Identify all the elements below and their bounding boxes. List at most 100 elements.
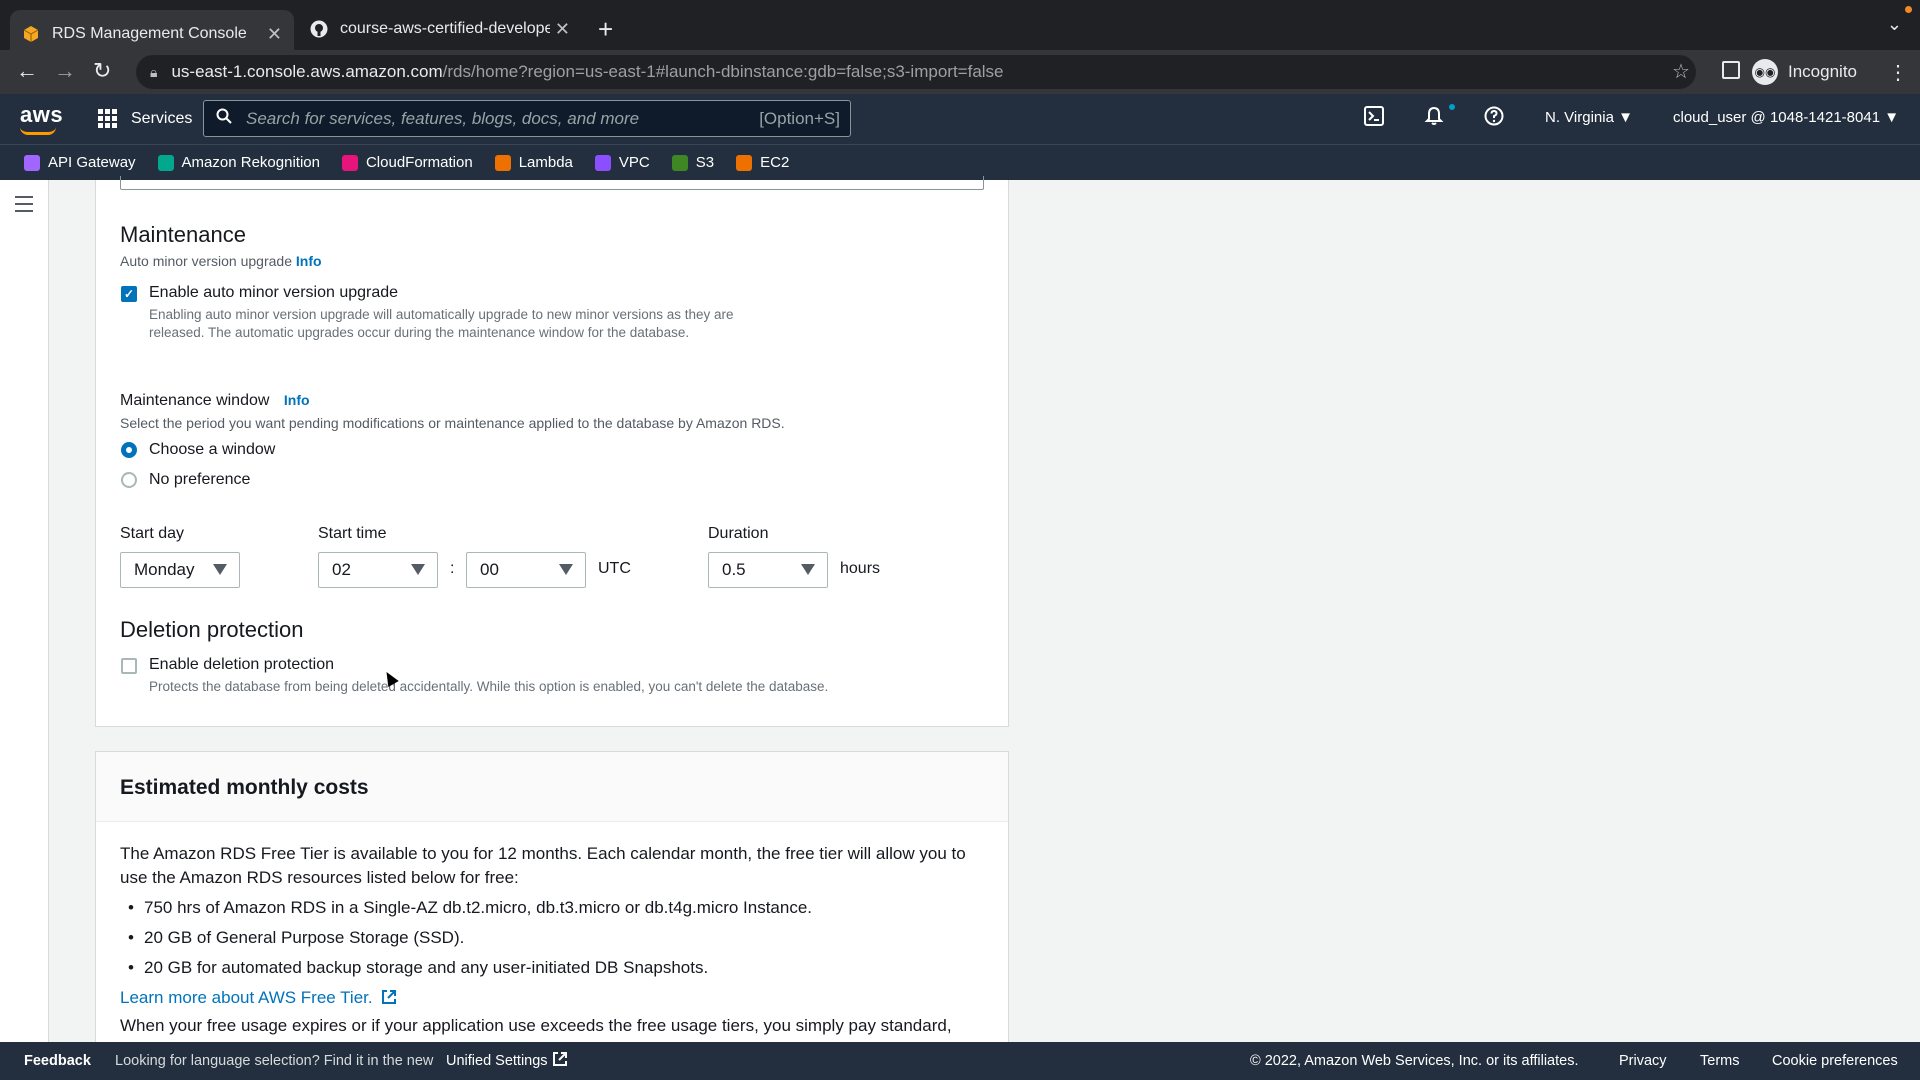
duration-label: Duration [708, 525, 769, 542]
hamburger-menu-icon[interactable] [15, 196, 33, 217]
maintenance-window-text: Maintenance window [120, 392, 270, 409]
caret-down-icon: ▼ [1884, 109, 1900, 126]
services-label: Services [131, 109, 193, 127]
github-icon [310, 20, 328, 38]
deletion-protection-description: Protects the database from being deleted… [149, 679, 829, 694]
aws-search-input[interactable]: Search for services, features, blogs, do… [203, 100, 851, 137]
start-day-select[interactable]: Monday [120, 552, 240, 588]
ec2-icon [736, 154, 753, 171]
side-panel-icon[interactable] [1722, 61, 1740, 79]
deletion-protection-checkbox-label[interactable]: Enable deletion protection [149, 656, 334, 674]
forward-arrow-icon[interactable]: → [54, 58, 76, 84]
favorite-lambda[interactable]: Lambda [494, 154, 573, 171]
unified-settings-link[interactable]: Unified Settings [446, 1051, 568, 1071]
no-preference-radio[interactable] [121, 472, 137, 488]
search-icon [216, 108, 232, 129]
aws-logo[interactable]: aws [20, 102, 64, 135]
maintenance-window-info-link[interactable]: Info [284, 392, 310, 408]
vpc-icon [594, 154, 611, 171]
s3-icon [671, 154, 688, 171]
caret-down-icon [801, 564, 815, 575]
list-item: 20 GB of General Purpose Storage (SSD). [120, 926, 990, 950]
auto-upgrade-text: Auto minor version upgrade [120, 253, 292, 269]
reload-icon[interactable]: ↻ [93, 58, 111, 84]
no-preference-label[interactable]: No preference [149, 471, 250, 489]
duration-select[interactable]: 0.5 [708, 552, 828, 588]
cloudshell-icon[interactable] [1364, 106, 1384, 132]
aws-top-nav: aws Services Search for services, featur… [0, 94, 1920, 144]
favorite-label: API Gateway [48, 154, 136, 171]
auto-upgrade-checkbox[interactable]: ✓ [121, 286, 137, 302]
services-menu-button[interactable]: Services [98, 109, 192, 128]
close-tab-icon[interactable]: ✕ [267, 24, 282, 45]
back-arrow-icon[interactable]: ← [16, 58, 38, 84]
start-day-label: Start day [120, 525, 185, 542]
tab-search-chevron-icon[interactable]: ⌄ [1887, 14, 1902, 35]
costs-header: Estimated monthly costs [96, 752, 1008, 822]
tab-title: RDS Management Console [52, 25, 247, 42]
caret-down-icon [213, 564, 227, 575]
start-minute-select[interactable]: 00 [466, 552, 586, 588]
privacy-link[interactable]: Privacy [1619, 1053, 1667, 1069]
auto-upgrade-description: Enabling auto minor version upgrade will… [149, 307, 734, 340]
learn-more-text: Learn more about AWS Free Tier. [120, 988, 373, 1007]
search-placeholder: Search for services, features, blogs, do… [246, 108, 640, 128]
cloudformation-icon [341, 154, 358, 171]
region-selector[interactable]: N. Virginia ▼ [1545, 109, 1633, 126]
deletion-protection-checkbox[interactable] [121, 658, 137, 674]
hours-label: hours [840, 560, 881, 577]
notification-dot-icon [1449, 104, 1455, 110]
unified-settings-text: Unified Settings [446, 1053, 548, 1069]
close-tab-icon[interactable]: ✕ [555, 19, 570, 40]
start-time-label: Start time [318, 525, 387, 542]
start-day-value: Monday [134, 560, 195, 579]
account-label: cloud_user @ 1048-1421-8041 [1673, 109, 1881, 126]
caret-down-icon: ▼ [1618, 109, 1633, 126]
favorite-ec2[interactable]: EC2 [736, 154, 789, 171]
start-hour-select[interactable]: 02 [318, 552, 438, 588]
account-menu[interactable]: cloud_user @ 1048-1421-8041 ▼ [1673, 109, 1899, 126]
browser-menu-icon[interactable]: ⋮ [1888, 60, 1908, 85]
favorite-cloudformation[interactable]: CloudFormation [341, 154, 473, 171]
free-tier-list: 750 hrs of Amazon RDS in a Single-AZ db.… [120, 896, 990, 980]
auto-upgrade-checkbox-label[interactable]: Enable auto minor version upgrade [149, 284, 398, 302]
external-link-icon [377, 988, 397, 1007]
browser-toolbar: ← → ↻ 🔒︎ us-east-1.console.aws.amazon.co… [0, 50, 1920, 94]
caret-down-icon [411, 564, 425, 575]
learn-more-link[interactable]: Learn more about AWS Free Tier. [120, 986, 990, 1010]
favorite-label: S3 [695, 154, 715, 171]
choose-window-radio[interactable] [121, 442, 137, 458]
new-tab-icon[interactable]: + [598, 14, 613, 45]
favorite-label: Amazon Rekognition [181, 154, 320, 171]
choose-window-label[interactable]: Choose a window [149, 441, 275, 459]
aws-logo-text: aws [20, 102, 64, 127]
list-item: 20 GB for automated backup storage and a… [120, 956, 990, 980]
profile-label: Incognito [1788, 62, 1857, 81]
start-hour-value: 02 [332, 560, 351, 579]
cookie-preferences-link[interactable]: Cookie preferences [1772, 1053, 1898, 1069]
rekognition-icon [157, 154, 174, 171]
aws-box-icon [22, 25, 40, 43]
bookmark-star-icon[interactable]: ☆ [1672, 59, 1690, 84]
notifications-bell-icon[interactable] [1424, 106, 1444, 132]
feedback-link[interactable]: Feedback [24, 1053, 91, 1069]
auto-upgrade-info-link[interactable]: Info [296, 253, 322, 269]
favorite-api-gateway[interactable]: API Gateway [24, 154, 136, 171]
duration-value: 0.5 [722, 560, 746, 579]
region-label: N. Virginia [1545, 109, 1614, 126]
url-path: /rds/home?region=us-east-1#launch-dbinst… [442, 62, 1004, 81]
favorite-vpc[interactable]: VPC [594, 154, 650, 171]
maintenance-heading: Maintenance [120, 222, 246, 247]
favorite-s3[interactable]: S3 [671, 154, 715, 171]
terms-link[interactable]: Terms [1700, 1053, 1739, 1069]
address-bar[interactable]: 🔒︎ us-east-1.console.aws.amazon.com/rds/… [136, 55, 1696, 89]
maintenance-window-description: Select the period you want pending modif… [120, 415, 785, 431]
help-icon[interactable] [1484, 106, 1504, 132]
lambda-icon [494, 154, 511, 171]
tab-github-course[interactable]: course-aws-certified-develope ✕ [298, 10, 582, 48]
incognito-profile[interactable]: ◉◉ Incognito [1752, 59, 1857, 85]
lock-icon: 🔒︎ [150, 63, 158, 80]
recording-indicator-icon [1905, 6, 1912, 13]
favorite-rekognition[interactable]: Amazon Rekognition [157, 154, 320, 171]
costs-heading: Estimated monthly costs [120, 776, 369, 799]
